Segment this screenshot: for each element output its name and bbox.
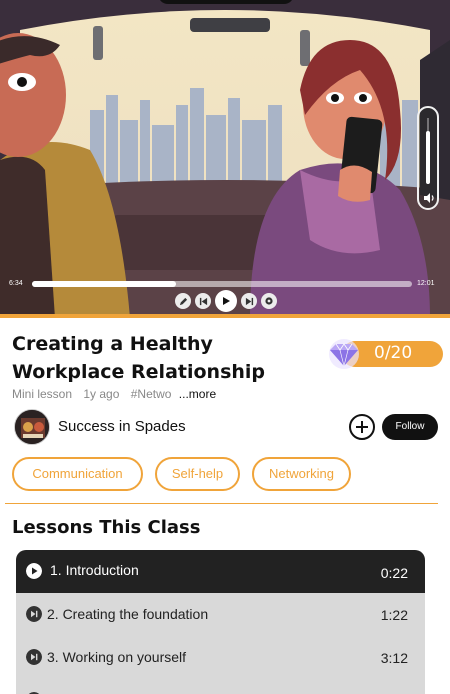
video-accent-line — [0, 314, 450, 318]
lesson-title-line-1: Creating a Healthy — [12, 333, 213, 355]
pencil-icon[interactable] — [175, 293, 191, 309]
volume-level — [426, 131, 430, 184]
lesson-meta: Mini lesson 1y ago #Netwo ...more — [12, 387, 224, 401]
score-value: 0/20 — [374, 343, 413, 363]
seek-bar-played — [32, 281, 177, 287]
video-frame-illustration — [0, 0, 450, 318]
lesson-age: 1y ago — [83, 387, 120, 401]
tag-networking[interactable]: Networking — [252, 457, 351, 491]
avatar[interactable] — [14, 409, 50, 445]
skip-circle-icon — [26, 649, 42, 665]
video-player[interactable]: 6:34 12:01 — [0, 0, 450, 318]
lesson-hashtag[interactable]: #Netwo — [131, 387, 172, 401]
camera-notch — [158, 0, 294, 4]
lesson-type: Mini lesson — [12, 387, 73, 401]
player-controls — [175, 290, 279, 312]
lesson-item-duration: 0:22 — [380, 565, 408, 581]
skip-forward-icon[interactable] — [241, 293, 257, 309]
lesson-title-line-2: Workplace Relationship — [12, 361, 266, 383]
lesson-item-creating-the-foundation[interactable]: 2. Creating the foundation 1:22 — [16, 593, 425, 636]
lesson-item-label: 1. Introduction — [50, 562, 139, 578]
tag-communication[interactable]: Communication — [12, 457, 143, 491]
lesson-list: 1. Introduction 0:22 2. Creating the fou… — [16, 550, 425, 694]
video-duration: 12:01 — [417, 280, 435, 287]
speaker-icon[interactable] — [423, 192, 435, 204]
lesson-item-working-on-yourself[interactable]: 3. Working on yourself 3:12 — [16, 636, 425, 679]
lesson-item-label: 3. Working on yourself — [47, 649, 187, 665]
lesson-title: Creating a Healthy Workplace Relationshi… — [12, 330, 312, 386]
seek-bar[interactable] — [32, 281, 412, 287]
follow-button[interactable]: Follow — [382, 414, 438, 440]
more-link[interactable]: ...more — [179, 387, 216, 401]
divider — [5, 503, 438, 504]
volume-slider[interactable] — [417, 106, 439, 210]
channel-row: Success in Spades Follow — [14, 409, 438, 445]
play-icon[interactable] — [215, 290, 237, 312]
skip-back-icon[interactable] — [195, 293, 211, 309]
section-title: Lessons This Class — [12, 517, 201, 538]
current-time: 6:34 — [9, 280, 23, 287]
tag-self-help[interactable]: Self-help — [155, 457, 240, 491]
lesson-item-duration: 3:12 — [380, 650, 408, 666]
channel-name[interactable]: Success in Spades — [58, 418, 186, 435]
add-button[interactable] — [349, 414, 375, 440]
lesson-item-introduction[interactable]: 1. Introduction 0:22 — [16, 550, 425, 593]
skip-circle-icon — [26, 606, 42, 622]
settings-icon[interactable] — [261, 293, 277, 309]
score-badge: 0/20 — [322, 338, 444, 370]
lesson-item-duration: 1:22 — [380, 607, 408, 623]
lesson-item-next[interactable] — [16, 679, 425, 694]
diamond-icon — [329, 339, 359, 369]
lesson-item-label: 2. Creating the foundation — [47, 606, 209, 622]
play-circle-icon — [26, 563, 42, 579]
